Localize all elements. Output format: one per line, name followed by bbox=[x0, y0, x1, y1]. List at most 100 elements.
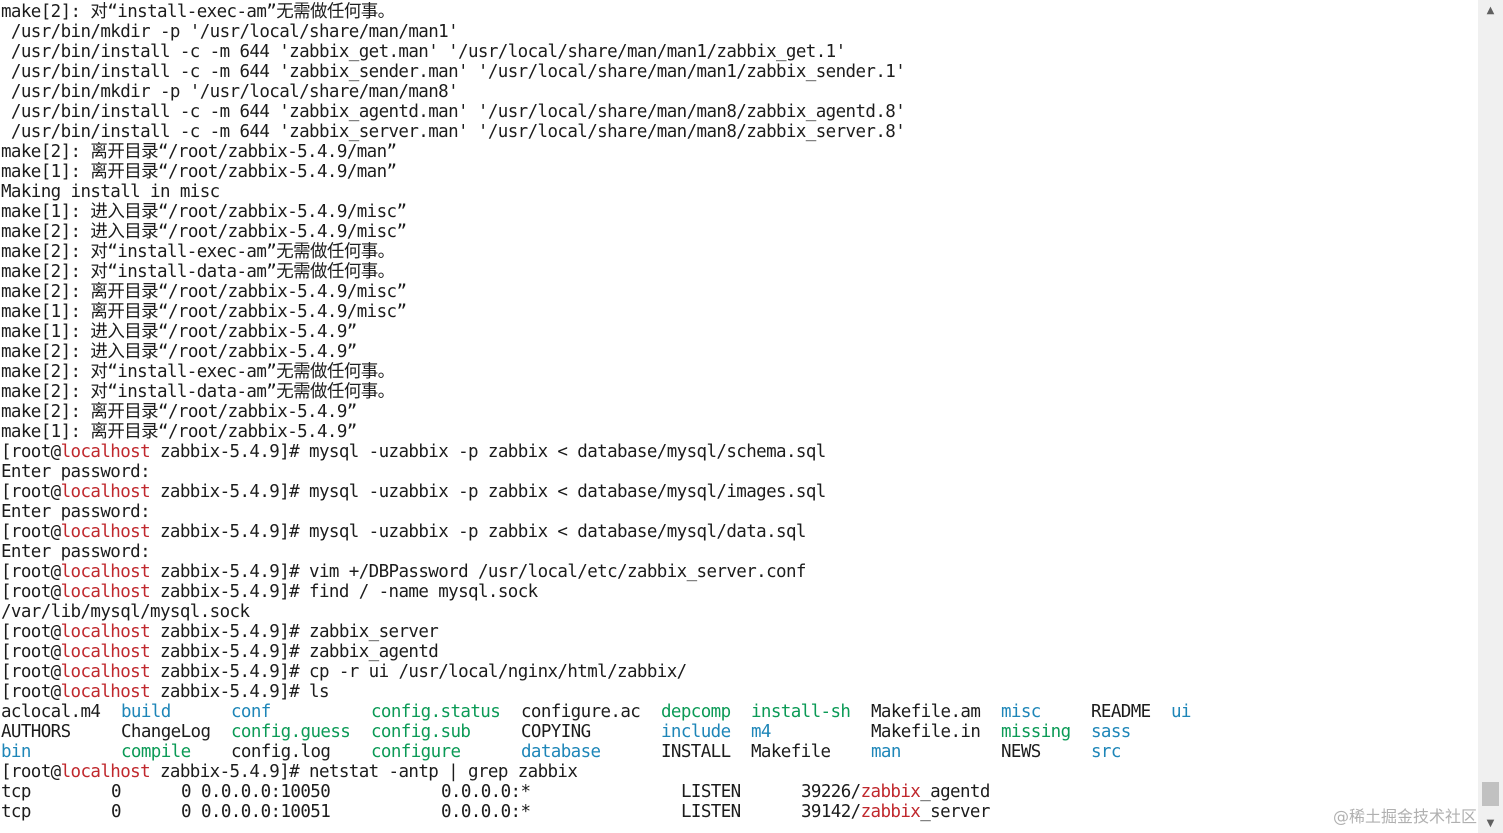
program-suffix-text: _server bbox=[920, 802, 990, 822]
scroll-down-arrow-icon[interactable]: ▼ bbox=[1478, 813, 1503, 833]
netstat-state: LISTEN bbox=[681, 782, 741, 802]
line-text: zabbix-5.4.9]# cp -r ui /usr/local/nginx… bbox=[150, 662, 687, 682]
terminal-line: make[2]: 对“install-exec-am”无需做任何事。 bbox=[1, 242, 905, 262]
pid-text: 39226/ bbox=[801, 782, 861, 802]
netstat-command-line: [root@localhost zabbix-5.4.9]# netstat -… bbox=[1, 762, 905, 782]
ls-directory-entry: sass bbox=[1091, 722, 1131, 742]
ls-directory-entry: database bbox=[521, 742, 601, 762]
terminal-line: Enter password: bbox=[1, 542, 905, 562]
ls-output: aclocal.m4 build conf config.status configur… bbox=[1, 702, 1191, 762]
ls-file-entry: README bbox=[1091, 702, 1151, 722]
line-text: [root@ bbox=[1, 582, 61, 602]
hostname-text: localhost bbox=[60, 682, 151, 702]
terminal-line: make[2]: 对“install-data-am”无需做任何事。 bbox=[1, 382, 905, 402]
terminal-line: [root@localhost zabbix-5.4.9]# cp -r ui … bbox=[1, 662, 905, 682]
line-text: /var/lib/mysql/mysql.sock bbox=[1, 602, 250, 622]
terminal-line: Enter password: bbox=[1, 462, 905, 482]
ls-row: bin compile config.log configure database INS… bbox=[1, 742, 1121, 762]
ls-file-entry: Makefile.am bbox=[871, 702, 981, 722]
vertical-scrollbar[interactable]: ▲ ▼ bbox=[1478, 0, 1503, 833]
line-text: zabbix-5.4.9]# mysql -uzabbix -p zabbix … bbox=[150, 482, 826, 502]
line-text: make[2]: 对“install-data-am”无需做任何事。 bbox=[1, 382, 395, 402]
terminal-line: make[2]: 进入目录“/root/zabbix-5.4.9” bbox=[1, 342, 905, 362]
line-text: make[2]: 对“install-exec-am”无需做任何事。 bbox=[1, 242, 395, 262]
netstat-pid-program: 39142/zabbix_server bbox=[801, 802, 990, 822]
pid-text: 39142/ bbox=[801, 802, 861, 822]
netstat-output: tcp 0 0 0.0.0.0:10050 0.0.0.0:* LISTEN 39226/z… bbox=[1, 782, 990, 822]
ls-file-entry: config.log bbox=[231, 742, 331, 762]
scrollbar-thumb[interactable] bbox=[1482, 782, 1499, 806]
ls-directory-entry: src bbox=[1091, 742, 1121, 762]
terminal-line: [root@localhost zabbix-5.4.9]# zabbix_ag… bbox=[1, 642, 905, 662]
ls-directory-entry: ui bbox=[1171, 702, 1191, 722]
netstat-foreign-address: 0.0.0.0:* bbox=[441, 802, 531, 822]
terminal-window[interactable]: make[2]: 对“install-exec-am”无需做任何事。 /usr/… bbox=[0, 0, 1478, 833]
terminal-line: /usr/bin/install -c -m 644 'zabbix_agent… bbox=[1, 102, 906, 122]
terminal-line: make[1]: 离开目录“/root/zabbix-5.4.9/man” bbox=[1, 162, 905, 182]
hostname-text: localhost bbox=[60, 582, 151, 602]
program-suffix-text: _agentd bbox=[920, 782, 990, 802]
line-text: zabbix-5.4.9]# mysql -uzabbix -p zabbix … bbox=[150, 442, 826, 462]
line-text: make[1]: 进入目录“/root/zabbix-5.4.9” bbox=[1, 322, 357, 342]
netstat-proto: tcp bbox=[1, 802, 31, 822]
terminal-line: make[2]: 离开目录“/root/zabbix-5.4.9” bbox=[1, 402, 905, 422]
terminal-line: make[2]: 对“install-data-am”无需做任何事。 bbox=[1, 262, 905, 282]
ls-executable-entry: config.sub bbox=[371, 722, 471, 742]
terminal-line: [root@localhost zabbix-5.4.9]# zabbix_se… bbox=[1, 622, 905, 642]
line-text: Enter password: bbox=[1, 542, 151, 562]
terminal-output: make[2]: 对“install-exec-am”无需做任何事。 /usr/… bbox=[1, 2, 1191, 822]
ls-file-entry: aclocal.m4 bbox=[1, 702, 101, 722]
line-text: [root@ bbox=[1, 662, 61, 682]
line-text: make[2]: 进入目录“/root/zabbix-5.4.9” bbox=[1, 342, 357, 362]
grep-match-text: zabbix bbox=[860, 802, 921, 822]
line-text: make[2]: 离开目录“/root/zabbix-5.4.9” bbox=[1, 402, 357, 422]
netstat-row: tcp 0 0 0.0.0.0:10050 0.0.0.0:* LISTEN 39226/z… bbox=[1, 782, 990, 802]
ls-executable-entry: missing bbox=[1001, 722, 1071, 742]
terminal-line: make[2]: 离开目录“/root/zabbix-5.4.9/misc” bbox=[1, 282, 905, 302]
ls-directory-entry: m4 bbox=[751, 722, 771, 742]
line-text: zabbix-5.4.9]# ls bbox=[150, 682, 330, 702]
ls-executable-entry: install-sh bbox=[751, 702, 851, 722]
line-text: make[2]: 对“install-data-am”无需做任何事。 bbox=[1, 262, 395, 282]
netstat-state: LISTEN bbox=[681, 802, 741, 822]
line-text: /usr/bin/install -c -m 644 'zabbix_sende… bbox=[1, 62, 906, 82]
ls-file-entry: NEWS bbox=[1001, 742, 1041, 762]
terminal-line: make[1]: 离开目录“/root/zabbix-5.4.9/misc” bbox=[1, 302, 905, 322]
netstat-local-address: 0.0.0.0:10050 bbox=[201, 782, 331, 802]
terminal-line: [root@localhost zabbix-5.4.9]# mysql -uz… bbox=[1, 442, 905, 462]
terminal-line: /var/lib/mysql/mysql.sock bbox=[1, 602, 905, 622]
line-text: [root@ bbox=[1, 642, 61, 662]
ls-executable-entry: config.guess bbox=[231, 722, 351, 742]
ls-file-entry: Makefile.in bbox=[871, 722, 981, 742]
line-text: make[2]: 离开目录“/root/zabbix-5.4.9/man” bbox=[1, 142, 397, 162]
ls-file-entry: configure.ac bbox=[521, 702, 641, 722]
terminal-line: make[2]: 对“install-exec-am”无需做任何事。 bbox=[1, 2, 905, 22]
netstat-local-address: 0.0.0.0:10051 bbox=[201, 802, 331, 822]
line-text: make[2]: 对“install-exec-am”无需做任何事。 bbox=[1, 2, 395, 22]
ls-executable-entry: config.status bbox=[371, 702, 501, 722]
ls-executable-entry: compile bbox=[121, 742, 191, 762]
terminal-line: make[1]: 进入目录“/root/zabbix-5.4.9/misc” bbox=[1, 202, 905, 222]
terminal-line: make[1]: 离开目录“/root/zabbix-5.4.9” bbox=[1, 422, 905, 442]
line-text: make[1]: 离开目录“/root/zabbix-5.4.9” bbox=[1, 422, 357, 442]
hostname-text: localhost bbox=[60, 762, 151, 782]
line-text: [root@ bbox=[1, 562, 61, 582]
output-lines: make[2]: 对“install-exec-am”无需做任何事。 /usr/… bbox=[1, 2, 906, 702]
line-text: make[1]: 进入目录“/root/zabbix-5.4.9/misc” bbox=[1, 202, 407, 222]
terminal-line: [root@localhost zabbix-5.4.9]# mysql -uz… bbox=[1, 482, 905, 502]
ls-directory-entry: include bbox=[661, 722, 731, 742]
line-text: Enter password: bbox=[1, 502, 151, 522]
line-text: [root@ bbox=[1, 522, 61, 542]
line-text: zabbix-5.4.9]# zabbix_agentd bbox=[150, 642, 439, 662]
grep-match-text: zabbix bbox=[860, 782, 921, 802]
line-text: /usr/bin/mkdir -p '/usr/local/share/man/… bbox=[1, 82, 459, 102]
hostname-text: localhost bbox=[60, 482, 151, 502]
terminal-line: [root@localhost zabbix-5.4.9]# vim +/DBP… bbox=[1, 562, 905, 582]
line-text: zabbix-5.4.9]# zabbix_server bbox=[150, 622, 439, 642]
ls-file-entry: INSTALL bbox=[661, 742, 731, 762]
scroll-up-arrow-icon[interactable]: ▲ bbox=[1478, 0, 1503, 20]
terminal-line: make[2]: 离开目录“/root/zabbix-5.4.9/man” bbox=[1, 142, 905, 162]
hostname-text: localhost bbox=[60, 622, 151, 642]
line-text: make[1]: 离开目录“/root/zabbix-5.4.9/misc” bbox=[1, 302, 407, 322]
line-text: /usr/bin/mkdir -p '/usr/local/share/man/… bbox=[1, 22, 459, 42]
